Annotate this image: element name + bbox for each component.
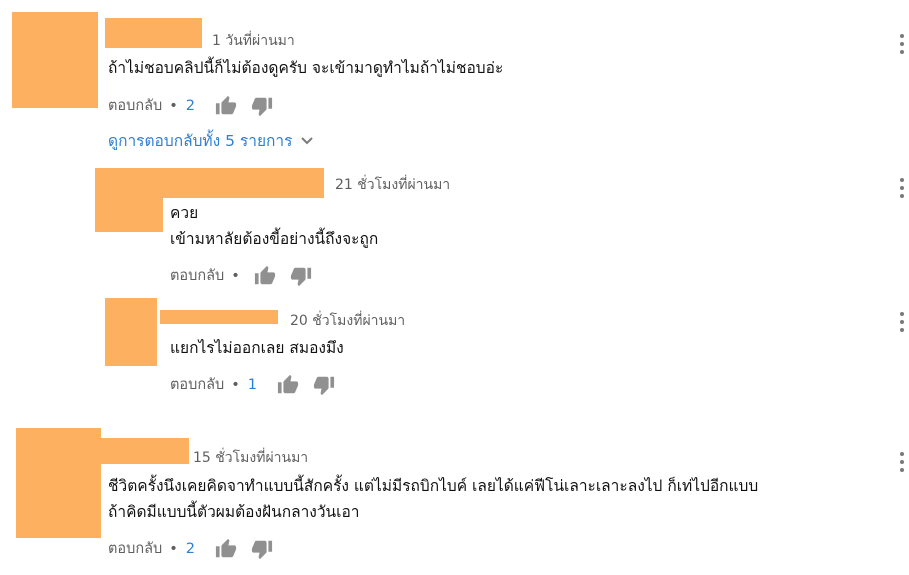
comment-line: ชีวิตครั้งนึงเคยคิดจาทำแบบนี้สักครั้ง แต… bbox=[108, 477, 759, 495]
comment-line: ถ้าคิดมีแบบนี้ตัวผมต้องฝันกลางวันเอา bbox=[108, 503, 360, 521]
comment-text: ถ้าไม่ชอบคลิปนี้ก็ไม่ต้องดูครับ จะเข้ามา… bbox=[108, 55, 503, 81]
reply-button[interactable]: ตอบกลับ bbox=[108, 94, 162, 117]
thumbs-up-icon[interactable] bbox=[277, 374, 299, 396]
thumbs-down-icon[interactable] bbox=[251, 538, 273, 560]
avatar[interactable] bbox=[105, 298, 157, 366]
redacted-author-name[interactable] bbox=[105, 18, 202, 48]
redacted-author-name[interactable] bbox=[163, 168, 324, 198]
reply-button[interactable]: ตอบกลับ bbox=[108, 537, 162, 560]
comment-thread: 15 ชั่วโมงที่ผ่านมา ชีวิตครั้งนึงเคยคิดจ… bbox=[0, 420, 909, 575]
avatar[interactable] bbox=[12, 12, 98, 108]
avatar[interactable] bbox=[16, 428, 101, 538]
comment-text: ชีวิตครั้งนึงเคยคิดจาทำแบบนี้สักครั้ง แต… bbox=[108, 473, 758, 525]
comment-text: ควย เข้ามหาลัยต้องขี้อย่างนี้ถึงจะถูก bbox=[170, 200, 378, 252]
comment-timestamp[interactable]: 20 ชั่วโมงที่ผ่านมา bbox=[290, 310, 405, 332]
separator: • bbox=[231, 376, 240, 393]
like-count: 2 bbox=[185, 97, 195, 114]
comment-line: ถ้าไม่ชอบคลิปนี้ก็ไม่ต้องดูครับ จะเข้ามา… bbox=[108, 59, 504, 77]
comment-actions: ตอบกลับ • 2 bbox=[108, 537, 287, 560]
more-vertical-icon[interactable] bbox=[897, 32, 907, 58]
comment-line: แยกไรไม่ออกเลย สมองมึง bbox=[170, 339, 344, 357]
more-vertical-icon[interactable] bbox=[897, 450, 907, 476]
more-vertical-icon[interactable] bbox=[897, 310, 907, 336]
comment-line: ควย bbox=[170, 204, 199, 222]
reply-comment: 20 ชั่วโมงที่ผ่านมา แยกไรไม่ออกเลย สมองม… bbox=[0, 290, 909, 410]
reply-button[interactable]: ตอบกลับ bbox=[170, 373, 224, 396]
like-count: 2 bbox=[185, 540, 195, 557]
comment-line: เข้ามหาลัยต้องขี้อย่างนี้ถึงจะถูก bbox=[170, 230, 379, 248]
comment-text: แยกไรไม่ออกเลย สมองมึง bbox=[170, 335, 344, 361]
thumbs-down-icon[interactable] bbox=[313, 374, 335, 396]
redacted-author-name[interactable] bbox=[160, 310, 278, 324]
thumbs-down-icon[interactable] bbox=[290, 265, 312, 287]
like-count: 1 bbox=[247, 376, 257, 393]
separator: • bbox=[169, 97, 178, 114]
view-replies-link[interactable]: ดูการตอบกลับทั้ง 5 รายการ bbox=[108, 128, 314, 153]
comment-timestamp[interactable]: 21 ชั่วโมงที่ผ่านมา bbox=[335, 174, 450, 196]
chevron-down-icon bbox=[301, 136, 314, 144]
comment-actions: ตอบกลับ • 1 bbox=[170, 373, 349, 396]
redacted-author-name[interactable] bbox=[101, 438, 189, 464]
thumbs-up-icon[interactable] bbox=[215, 538, 237, 560]
comment-timestamp[interactable]: 1 วันที่ผ่านมา bbox=[212, 30, 295, 52]
thumbs-down-icon[interactable] bbox=[251, 95, 273, 117]
thumbs-up-icon[interactable] bbox=[254, 265, 276, 287]
reply-button[interactable]: ตอบกลับ bbox=[170, 264, 224, 287]
more-vertical-icon[interactable] bbox=[897, 176, 907, 202]
view-replies-label: ดูการตอบกลับทั้ง 5 รายการ bbox=[108, 132, 293, 150]
separator: • bbox=[169, 540, 178, 557]
comment-timestamp[interactable]: 15 ชั่วโมงที่ผ่านมา bbox=[193, 447, 308, 469]
avatar[interactable] bbox=[95, 168, 163, 232]
thumbs-up-icon[interactable] bbox=[215, 95, 237, 117]
separator: • bbox=[231, 267, 240, 284]
reply-comment: 21 ชั่วโมงที่ผ่านมา ควย เข้ามหาลัยต้องขี… bbox=[0, 160, 909, 290]
comment-actions: ตอบกลับ • bbox=[170, 264, 326, 287]
comment-thread: 1 วันที่ผ่านมา ถ้าไม่ชอบคลิปนี้ก็ไม่ต้อง… bbox=[0, 0, 909, 160]
comment-actions: ตอบกลับ • 2 bbox=[108, 94, 287, 117]
